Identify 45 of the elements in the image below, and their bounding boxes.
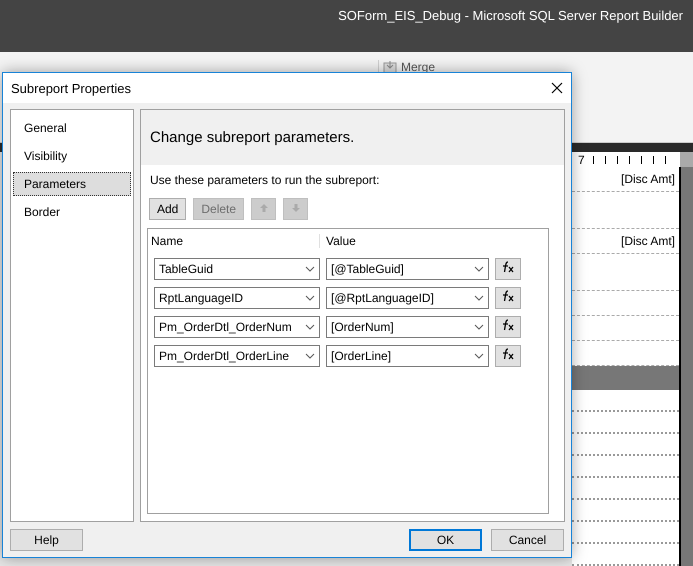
- value-dropdown[interactable]: [OrderLine]: [326, 345, 489, 367]
- dialog-button[interactable]: Cancel: [491, 528, 564, 550]
- column-header: Name: [148, 234, 320, 248]
- instruction-text: Use these parameters to run the subreport:: [150, 173, 380, 187]
- dialog-button[interactable]: OK: [409, 528, 482, 550]
- toolbar-button[interactable]: Add: [149, 198, 186, 220]
- value-dropdown[interactable]: [@TableGuid]: [326, 258, 489, 280]
- function-icon: [501, 319, 515, 331]
- report-field: [Disc Amt]: [620, 172, 675, 186]
- column-header: Value: [325, 234, 356, 248]
- nav-item[interactable]: General: [13, 116, 131, 140]
- name-dropdown[interactable]: RptLanguageID: [154, 287, 320, 309]
- chevron-down-icon: [305, 266, 315, 272]
- dialog-title: Subreport Properties: [11, 80, 131, 96]
- chevron-down-icon: [474, 353, 484, 359]
- chevron-down-icon: [305, 295, 315, 301]
- chevron-down-icon: [305, 353, 315, 359]
- expression-button[interactable]: [495, 345, 521, 367]
- merge-icon: [383, 60, 397, 74]
- nav-item[interactable]: Parameters: [13, 172, 131, 196]
- expression-button[interactable]: [495, 287, 521, 309]
- chevron-down-icon: [474, 266, 484, 272]
- value-dropdown[interactable]: [OrderNum]: [326, 316, 489, 338]
- function-icon: [501, 261, 515, 273]
- nav-item[interactable]: Visibility: [13, 144, 131, 168]
- close-icon[interactable]: [551, 82, 563, 94]
- name-dropdown[interactable]: Pm_OrderDtl_OrderLine: [154, 345, 320, 367]
- chevron-down-icon: [474, 324, 484, 330]
- value-dropdown[interactable]: [@RptLanguageID]: [326, 287, 489, 309]
- name-dropdown[interactable]: TableGuid: [154, 258, 320, 280]
- panel-heading: Change subreport parameters.: [150, 129, 354, 146]
- name-dropdown[interactable]: Pm_OrderDtl_OrderNum: [154, 316, 320, 338]
- arrow-up-icon: [258, 203, 269, 213]
- nav-item[interactable]: Border: [13, 200, 131, 224]
- help-button[interactable]: Help: [10, 528, 83, 550]
- function-icon: [501, 348, 515, 360]
- chevron-down-icon: [474, 295, 484, 301]
- arrow-down-icon: [290, 203, 301, 213]
- ruler-number: 7: [578, 152, 585, 166]
- report-field: [Disc Amt]: [620, 234, 675, 248]
- chevron-down-icon: [305, 324, 315, 330]
- expression-button[interactable]: [495, 316, 521, 338]
- window-title: SOForm_EIS_Debug - Microsoft SQL Server Report Builder: [338, 8, 683, 25]
- function-icon: [501, 290, 515, 302]
- expression-button[interactable]: [495, 258, 521, 280]
